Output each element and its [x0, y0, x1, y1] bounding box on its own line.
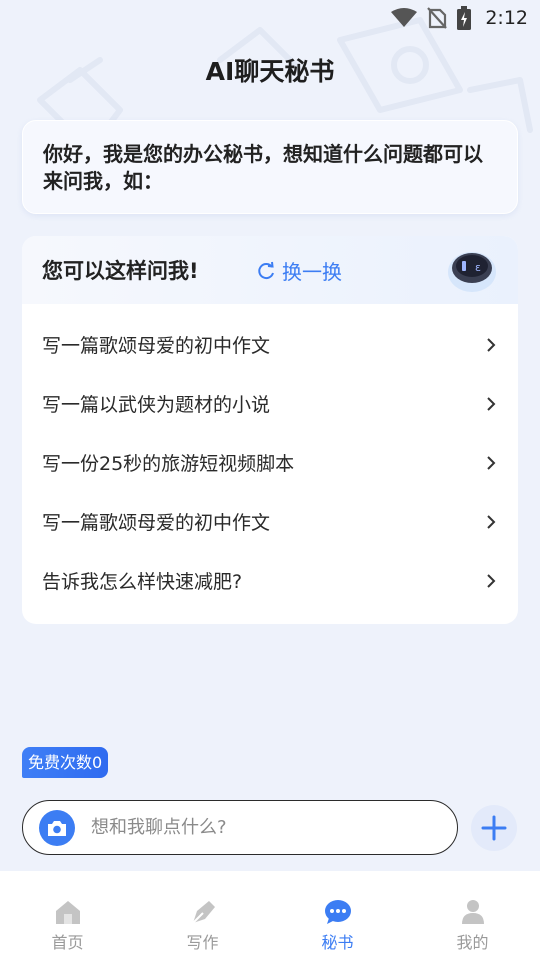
page-title: AI聊天秘书: [205, 57, 335, 86]
plus-icon: [481, 815, 507, 841]
nav-item-secretary[interactable]: 秘书: [270, 871, 405, 960]
camera-icon: [48, 820, 66, 836]
chevron-right-icon: [487, 455, 496, 470]
nav-label: 秘书: [321, 933, 354, 952]
suggestion-text: 写一份25秒的旅游短视频脚本: [42, 453, 295, 475]
chat-input[interactable]: [91, 817, 431, 838]
chevron-right-icon: [487, 514, 496, 529]
svg-text:ε: ε: [475, 261, 481, 274]
refresh-label: 换一换: [282, 260, 342, 284]
free-count-badge: 免费次数0: [22, 747, 109, 778]
nav-item-profile[interactable]: 我的: [405, 871, 540, 960]
nav-item-writing[interactable]: 写作: [135, 871, 270, 960]
suggestion-text: 写一篇以武侠为题材的小说: [42, 394, 271, 416]
status-time: 2:12: [485, 7, 528, 29]
suggestion-text: 告诉我怎么样快速减肥?: [42, 571, 243, 593]
pen-icon: [191, 901, 215, 924]
wifi-icon: [391, 8, 418, 27]
greeting-card: 你好，我是您的办公秘书，想知道什么问题都可以 来问我，如：: [22, 120, 518, 214]
suggestion-title: 您可以这样问我!: [42, 259, 199, 283]
suggestion-text: 写一篇歌颂母爱的初中作文: [42, 512, 271, 534]
battery-icon: [457, 6, 472, 30]
status-bar: 2:12: [0, 0, 540, 36]
chevron-right-icon: [487, 396, 496, 411]
chat-input-bar: [22, 800, 458, 855]
chevron-right-icon: [487, 573, 496, 588]
no-sim-icon: [427, 7, 448, 29]
suggestion-list: 写一篇歌颂母爱的初中作文 写一篇以武侠为题材的小说 写一份25秒的旅游短视频脚本…: [22, 315, 518, 610]
suggestion-item[interactable]: 写一篇歌颂母爱的初中作文: [22, 315, 518, 374]
nav-label: 首页: [51, 933, 84, 952]
nav-label: 我的: [456, 933, 489, 952]
suggestion-item[interactable]: 写一篇歌颂母爱的初中作文: [22, 492, 518, 551]
suggestion-item[interactable]: 写一份25秒的旅游短视频脚本: [22, 433, 518, 492]
suggestion-text: 写一篇歌颂母爱的初中作文: [42, 335, 271, 357]
camera-button[interactable]: [39, 809, 75, 846]
user-icon: [461, 900, 484, 924]
nav-label: 写作: [186, 933, 219, 952]
robot-icon: ε: [448, 252, 496, 292]
refresh-icon: [258, 261, 274, 279]
suggestion-item[interactable]: 写一篇以武侠为题材的小说: [22, 374, 518, 433]
home-icon: [55, 901, 80, 924]
suggestion-header: 您可以这样问我! 换一换 ε: [22, 236, 518, 304]
refresh-button[interactable]: 换一换: [256, 256, 342, 285]
suggestion-card: 您可以这样问我! 换一换 ε 写一篇歌颂母爱的初中作文 写一篇以武侠为题材的小说…: [22, 236, 518, 624]
greeting-text: 你好，我是您的办公秘书，想知道什么问题都可以 来问我，如：: [43, 142, 483, 193]
nav-item-home[interactable]: 首页: [0, 871, 135, 960]
bottom-nav: 首页 写作 秘书 我的: [0, 871, 540, 960]
suggestion-item[interactable]: 告诉我怎么样快速减肥?: [22, 551, 518, 610]
chevron-right-icon: [487, 337, 496, 352]
chat-icon: [324, 900, 351, 924]
add-button[interactable]: [471, 805, 517, 851]
